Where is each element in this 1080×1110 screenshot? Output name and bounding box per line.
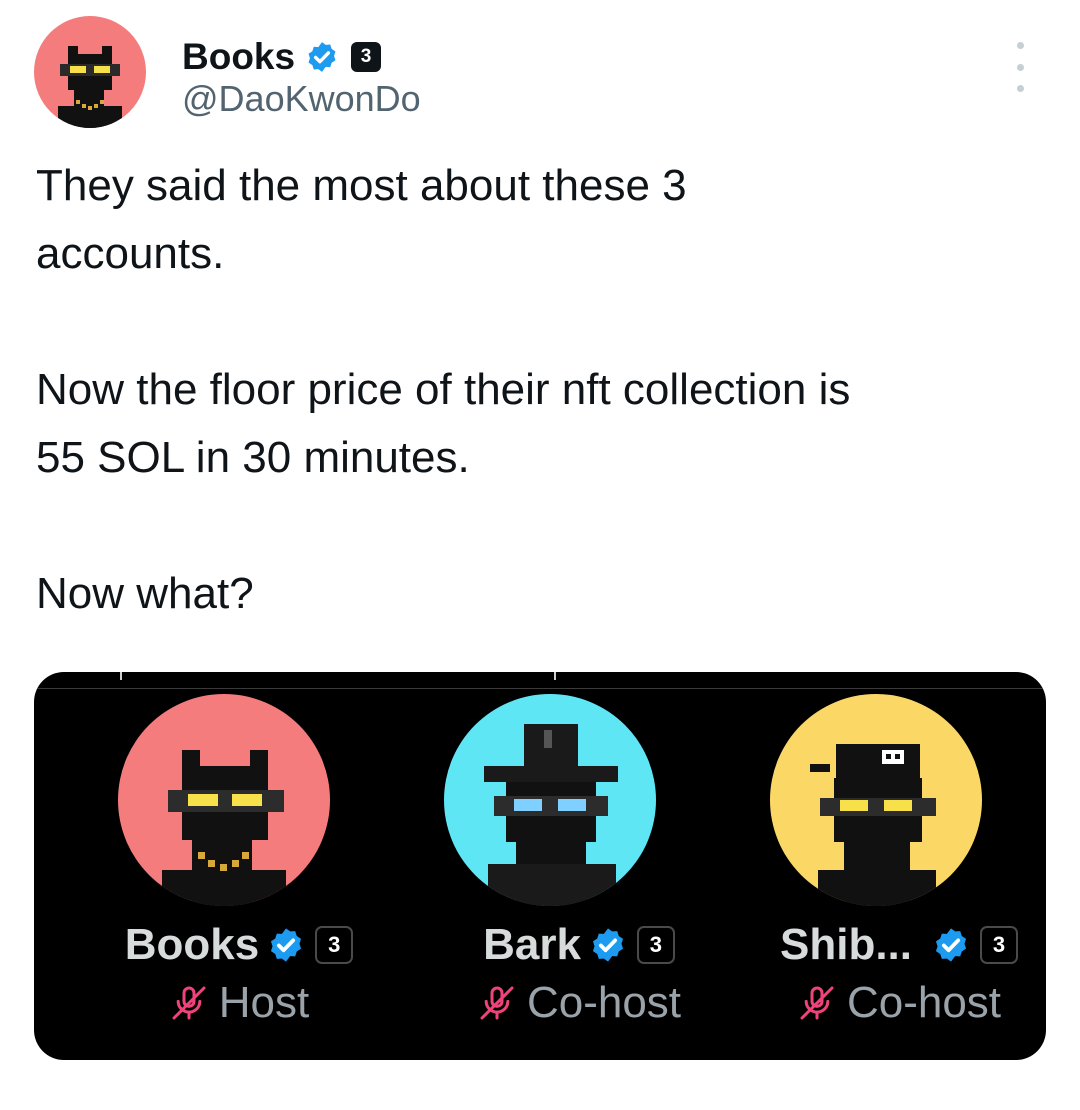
muted-mic-icon bbox=[477, 983, 517, 1023]
muted-mic-icon bbox=[169, 983, 209, 1023]
affiliate-badge-icon: 3 bbox=[980, 926, 1018, 964]
speaker-avatar[interactable] bbox=[118, 694, 330, 906]
speaker-name: Books bbox=[124, 920, 260, 969]
speaker-role-row: Co-host bbox=[734, 978, 1046, 1028]
speaker-name-row: Books 3 bbox=[74, 920, 404, 970]
tweet-text: They said the most about these 3 account… bbox=[36, 161, 851, 618]
author-display-name[interactable]: Books bbox=[182, 36, 295, 78]
verified-badge-icon bbox=[589, 926, 627, 964]
speaker-role-row: Co-host bbox=[414, 978, 744, 1028]
verified-badge-icon bbox=[932, 926, 970, 964]
affiliate-badge-icon[interactable]: 3 bbox=[351, 42, 382, 72]
muted-mic-icon bbox=[797, 983, 837, 1023]
speaker-avatar[interactable] bbox=[770, 694, 982, 906]
author-avatar[interactable] bbox=[34, 16, 146, 128]
speaker-name-row: Bark 3 bbox=[414, 920, 744, 970]
affiliate-badge-icon: 3 bbox=[636, 926, 675, 964]
speaker-card-shib[interactable]: Shib... 3 Co-host bbox=[734, 672, 1046, 1060]
speaker-name: Bark bbox=[483, 920, 581, 969]
speaker-name-row: Shib... 3 bbox=[734, 920, 1046, 970]
speaker-card-bark[interactable]: Bark 3 Co-host bbox=[414, 672, 744, 1060]
speaker-role: Host bbox=[218, 978, 310, 1027]
verified-badge-icon[interactable] bbox=[305, 40, 339, 74]
speaker-role: Co-host bbox=[846, 978, 1002, 1027]
verified-badge-icon bbox=[267, 926, 305, 964]
tweet-header: Books 3 @DaoKwonDo bbox=[34, 16, 1046, 128]
speaker-avatar[interactable] bbox=[444, 694, 656, 906]
affiliate-badge-icon: 3 bbox=[315, 926, 354, 964]
author-handle[interactable]: @DaoKwonDo bbox=[182, 78, 421, 120]
space-media-card[interactable]: Books 3 Host Bark 3 Co-host Shib... 3 Co… bbox=[34, 672, 1046, 1060]
speaker-card-books[interactable]: Books 3 Host bbox=[74, 672, 404, 1060]
author-name-row: Books 3 bbox=[182, 36, 382, 78]
speaker-role: Co-host bbox=[526, 978, 682, 1027]
speaker-name: Shib... bbox=[780, 920, 912, 969]
more-options-icon[interactable] bbox=[1008, 42, 1032, 92]
speaker-role-row: Host bbox=[74, 978, 404, 1028]
